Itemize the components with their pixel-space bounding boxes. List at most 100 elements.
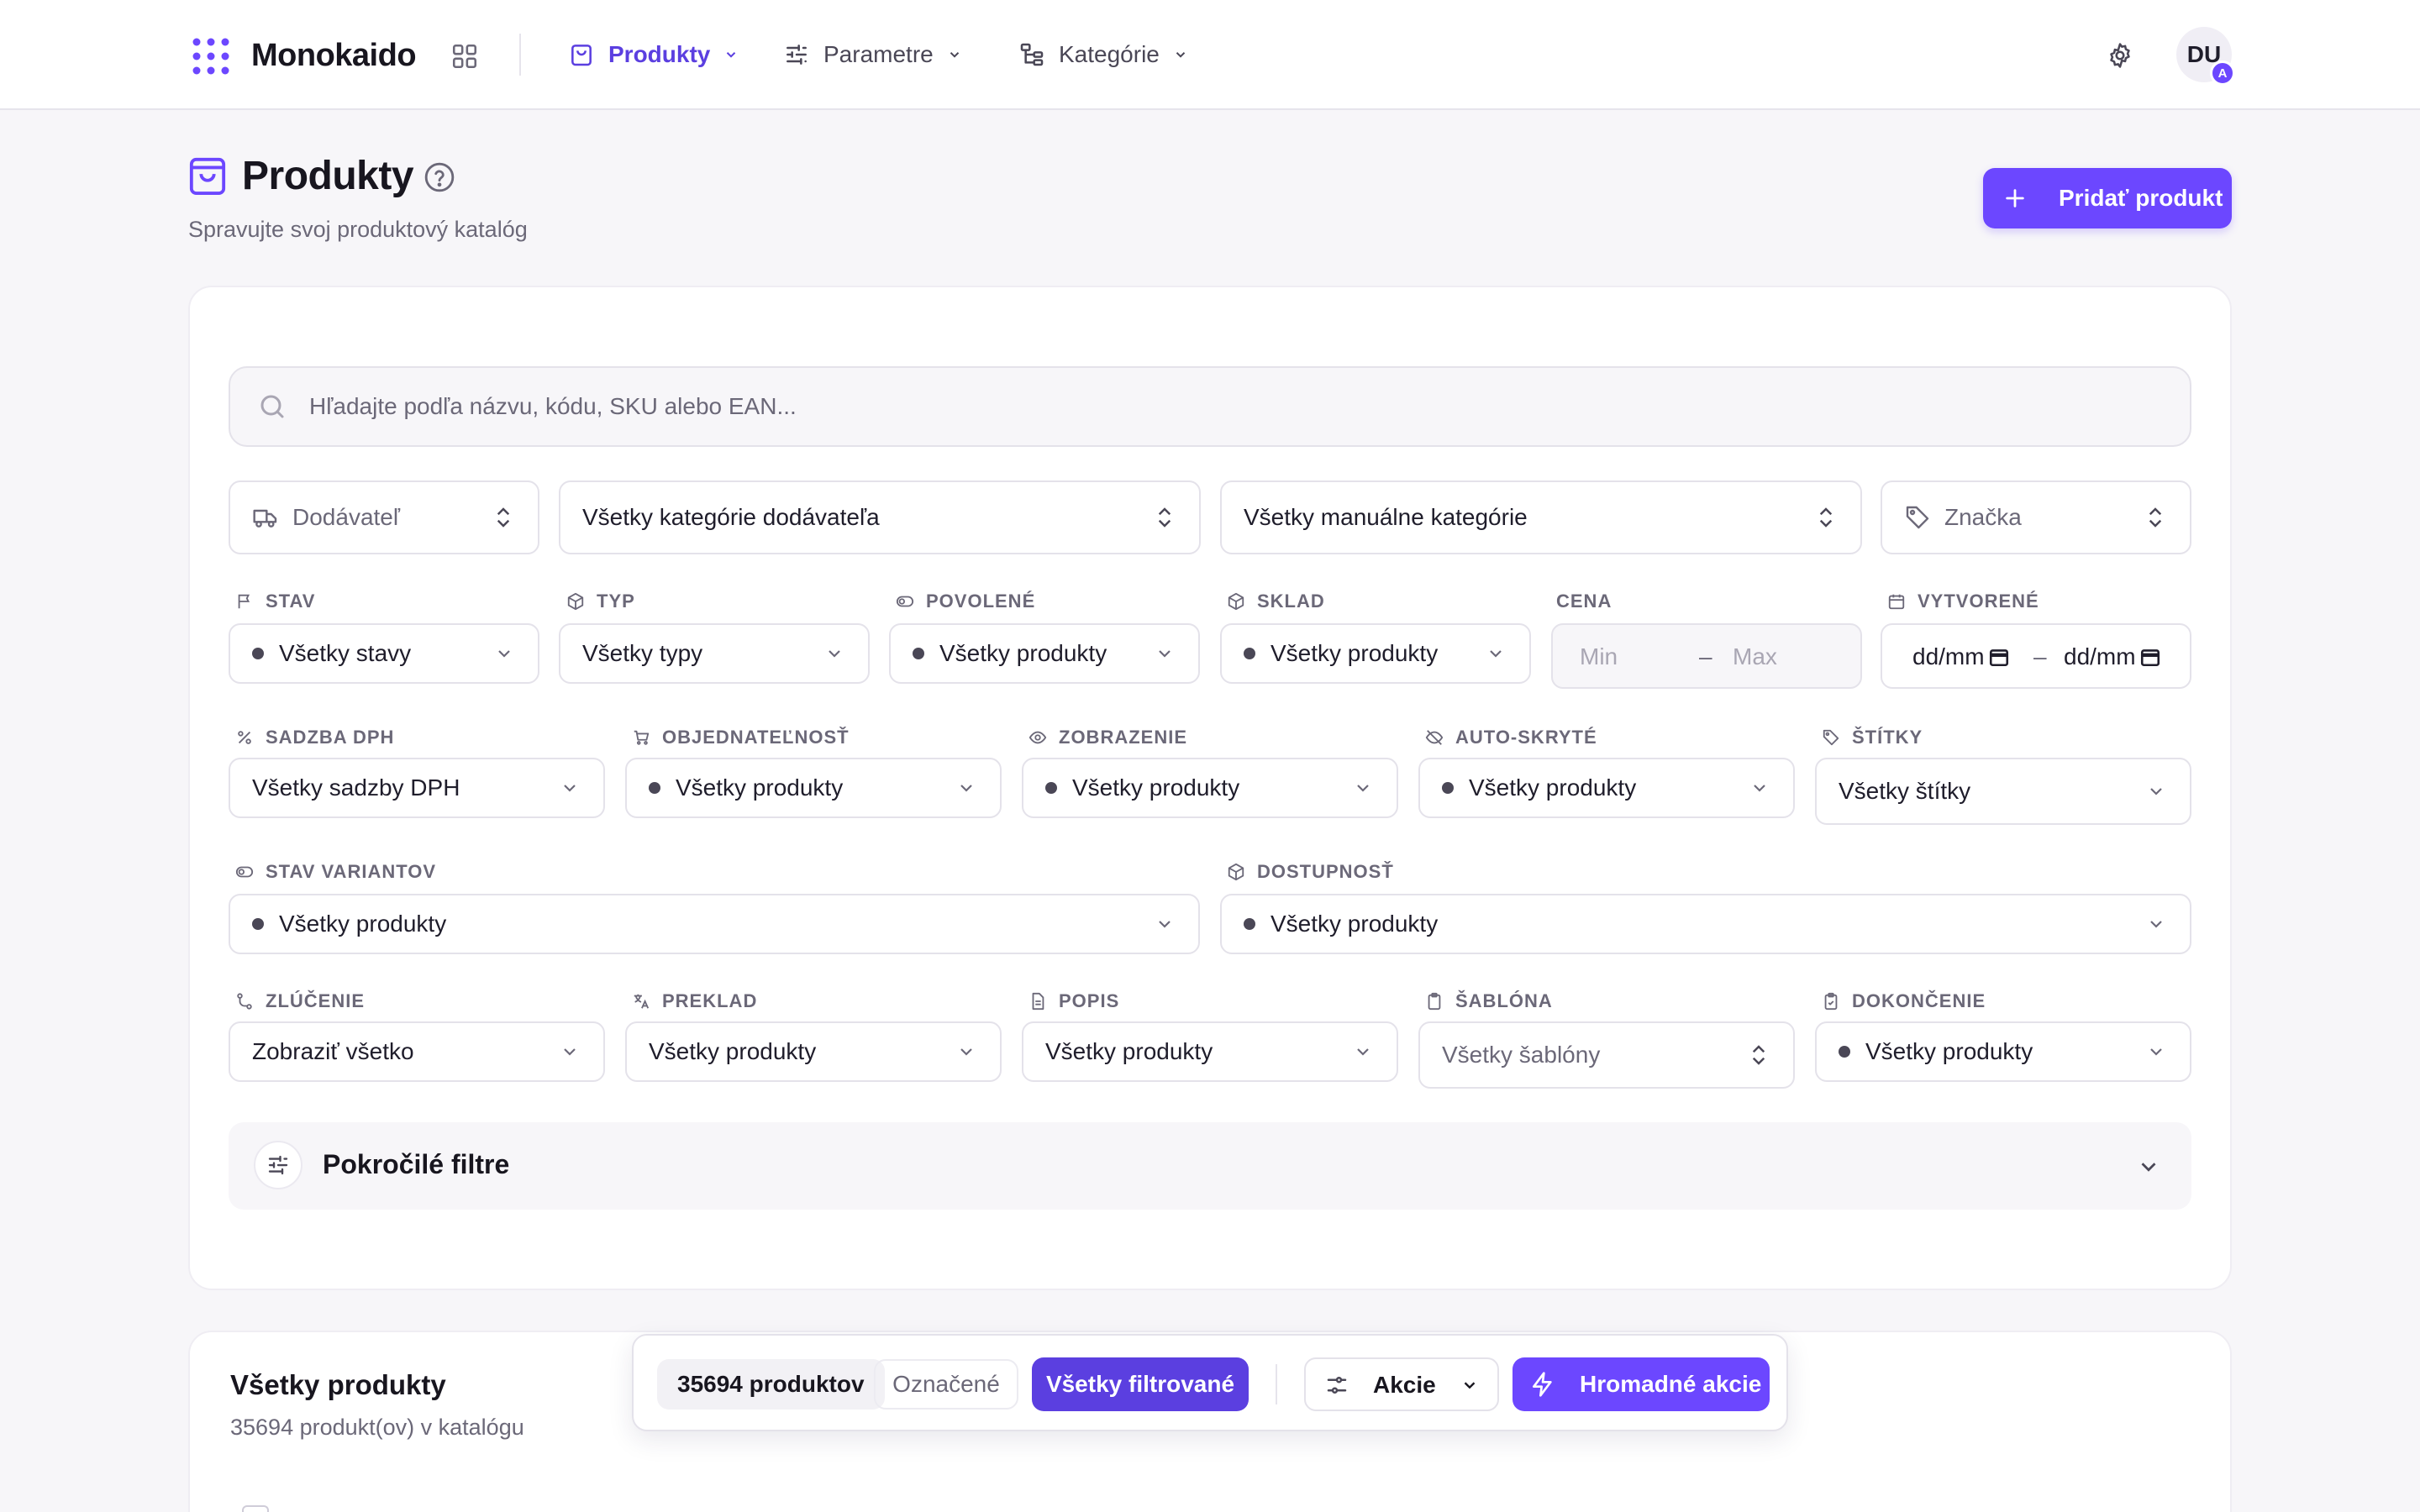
toggle-icon — [896, 596, 914, 607]
manual-category-select[interactable]: Všetky manuálne kategórie — [1220, 480, 1862, 554]
translate-icon — [634, 994, 650, 1009]
stav-variantov-select[interactable]: Všetky produkty — [229, 894, 1200, 954]
chevron-down-icon — [829, 650, 840, 658]
page-subtitle: Spravujte svoj produktový katalóg — [188, 217, 528, 242]
filter-label-text: ZLÚČENIE — [266, 990, 365, 1011]
price-min-input[interactable]: Min — [1580, 643, 1618, 670]
filter-label-sklad: SKLAD — [1227, 590, 1325, 613]
preklad-value: Všetky produkty — [649, 1038, 817, 1064]
all-filtered-toggle[interactable]: Všetky filtrované — [1032, 1357, 1249, 1411]
dokoncenie-select[interactable]: Všetky produkty — [1815, 1021, 2191, 1082]
clipboard-check-icon — [1824, 992, 1838, 1011]
sablona-value: Všetky šablóny — [1442, 1042, 1601, 1068]
select-all-checkbox[interactable] — [242, 1505, 269, 1512]
filter-label-dokoncenie: DOKONČENIE — [1822, 990, 1986, 1013]
filter-label-stav-variantov: STAV VARIANTOV — [235, 860, 436, 884]
dostupnost-select[interactable]: Všetky produkty — [1220, 894, 2191, 954]
zobrazenie-value: Všetky produkty — [1072, 774, 1240, 801]
nav-item-parametre[interactable]: Parametre — [783, 34, 962, 76]
search-bar[interactable] — [229, 366, 2191, 447]
sklad-select[interactable]: Všetky produkty — [1220, 623, 1531, 684]
popis-select[interactable]: Všetky produkty — [1022, 1021, 1398, 1082]
nav-item-produkty[interactable]: Produkty — [568, 34, 739, 76]
nav-item-label: Parametre — [823, 41, 934, 67]
filter-label-auto-skryte: AUTO-SKRYTÉ — [1425, 726, 1597, 749]
filter-label-text: STAV — [266, 591, 316, 612]
filter-label-text: ŠTÍTKY — [1852, 727, 1923, 748]
stitky-value: Všetky štítky — [1839, 778, 1971, 804]
advanced-filters-label: Pokročilé filtre — [323, 1149, 510, 1179]
status-dot — [1244, 918, 1255, 930]
products-title: Všetky produkty — [230, 1369, 446, 1400]
brand-select[interactable]: Značka — [1881, 480, 2191, 554]
zlucenie-select[interactable]: Zobraziť všetko — [229, 1021, 605, 1082]
date-from-input[interactable]: dd/mm — [1912, 643, 2010, 670]
supplier-category-select[interactable]: Všetky kategórie dodávateľa — [559, 480, 1201, 554]
add-product-button[interactable]: Pridať produkt — [1983, 168, 2232, 228]
popis-value: Všetky produkty — [1045, 1038, 1213, 1064]
filter-label-text: TYP — [597, 591, 635, 612]
nav-item-kategorie[interactable]: Kategórie — [1018, 34, 1188, 76]
search-icon — [260, 395, 284, 418]
dph-select[interactable]: Všetky sadzby DPH — [229, 758, 605, 818]
filter-label-text: AUTO-SKRYTÉ — [1455, 727, 1597, 748]
help-circle-icon[interactable] — [424, 161, 455, 193]
price-range: Min – Max — [1551, 623, 1862, 689]
marked-toggle[interactable]: Označené — [874, 1359, 1018, 1410]
filter-label-objednatelnost: OBJEDNATEĽNOSŤ — [632, 726, 850, 749]
actions-dropdown[interactable]: Akcie — [1304, 1357, 1499, 1411]
app-name[interactable]: Monokaido — [251, 34, 417, 77]
chevron-down-icon — [727, 52, 736, 58]
supplier-select[interactable]: Dodávateľ — [229, 480, 539, 554]
dph-value: Všetky sadzby DPH — [252, 774, 460, 801]
bulk-separator — [1276, 1364, 1277, 1404]
updown-chevron-icon — [1158, 507, 1171, 528]
filter-label-povolene: POVOLENÉ — [896, 590, 1035, 613]
stitky-select[interactable]: Všetky štítky — [1815, 758, 2191, 825]
updown-chevron-icon — [497, 507, 510, 528]
adjustments-icon — [1327, 1377, 1347, 1394]
filter-label-text: ŠABLÓNA — [1455, 990, 1553, 1011]
price-max-input[interactable]: Max — [1733, 643, 1777, 670]
cart-icon — [634, 730, 650, 745]
updown-chevron-icon — [1752, 1045, 1765, 1065]
add-product-label: Pridať produkt — [2059, 185, 2223, 211]
percent-icon — [238, 731, 251, 744]
filter-label-preklad: PREKLAD — [632, 990, 757, 1013]
status-dot — [913, 648, 924, 659]
plus-icon — [2006, 189, 2024, 207]
filter-label-dph: SADZBA DPH — [235, 726, 394, 749]
filter-label-zlucenie: ZLÚČENIE — [235, 990, 365, 1013]
objednatelnost-value: Všetky produkty — [676, 774, 844, 801]
status-dot — [1045, 782, 1057, 794]
filter-label-text: CENA — [1556, 591, 1612, 612]
zobrazenie-select[interactable]: Všetky produkty — [1022, 758, 1398, 818]
calendar-icon — [1989, 649, 2008, 667]
filter-label-text: DOSTUPNOSŤ — [1257, 861, 1394, 882]
filter-label-cena: CENA — [1556, 590, 1612, 613]
typ-select[interactable]: Všetky typy — [559, 623, 870, 684]
product-count-badge: 35694 produktov — [657, 1359, 885, 1410]
advanced-filters-toggle[interactable]: Pokročilé filtre — [229, 1122, 2191, 1210]
sablona-select[interactable]: Všetky šablóny — [1418, 1021, 1795, 1089]
status-dot — [1839, 1046, 1850, 1058]
filter-label-text: DOKONČENIE — [1852, 990, 1986, 1011]
apps-grid-icon[interactable] — [450, 42, 479, 71]
gear-icon[interactable] — [2106, 41, 2134, 70]
nav-divider — [519, 34, 521, 76]
stav-select[interactable]: Všetky stavy — [229, 623, 539, 684]
sliders-icon — [268, 1155, 288, 1175]
chevron-down-icon — [950, 52, 959, 58]
chevron-down-icon — [498, 650, 510, 658]
search-input[interactable] — [309, 393, 2158, 420]
povolene-select[interactable]: Všetky produkty — [889, 623, 1200, 684]
date-to-input[interactable]: dd/mm — [2064, 643, 2161, 670]
dokoncenie-value: Všetky produkty — [1865, 1038, 2033, 1064]
bulk-actions-button[interactable]: Hromadné akcie — [1512, 1357, 1770, 1411]
cube-icon — [1228, 592, 1244, 611]
toggle-icon — [235, 866, 254, 878]
objednatelnost-select[interactable]: Všetky produkty — [625, 758, 1002, 818]
preklad-select[interactable]: Všetky produkty — [625, 1021, 1002, 1082]
filter-label-text: POVOLENÉ — [926, 591, 1036, 612]
auto-skryte-select[interactable]: Všetky produkty — [1418, 758, 1795, 818]
